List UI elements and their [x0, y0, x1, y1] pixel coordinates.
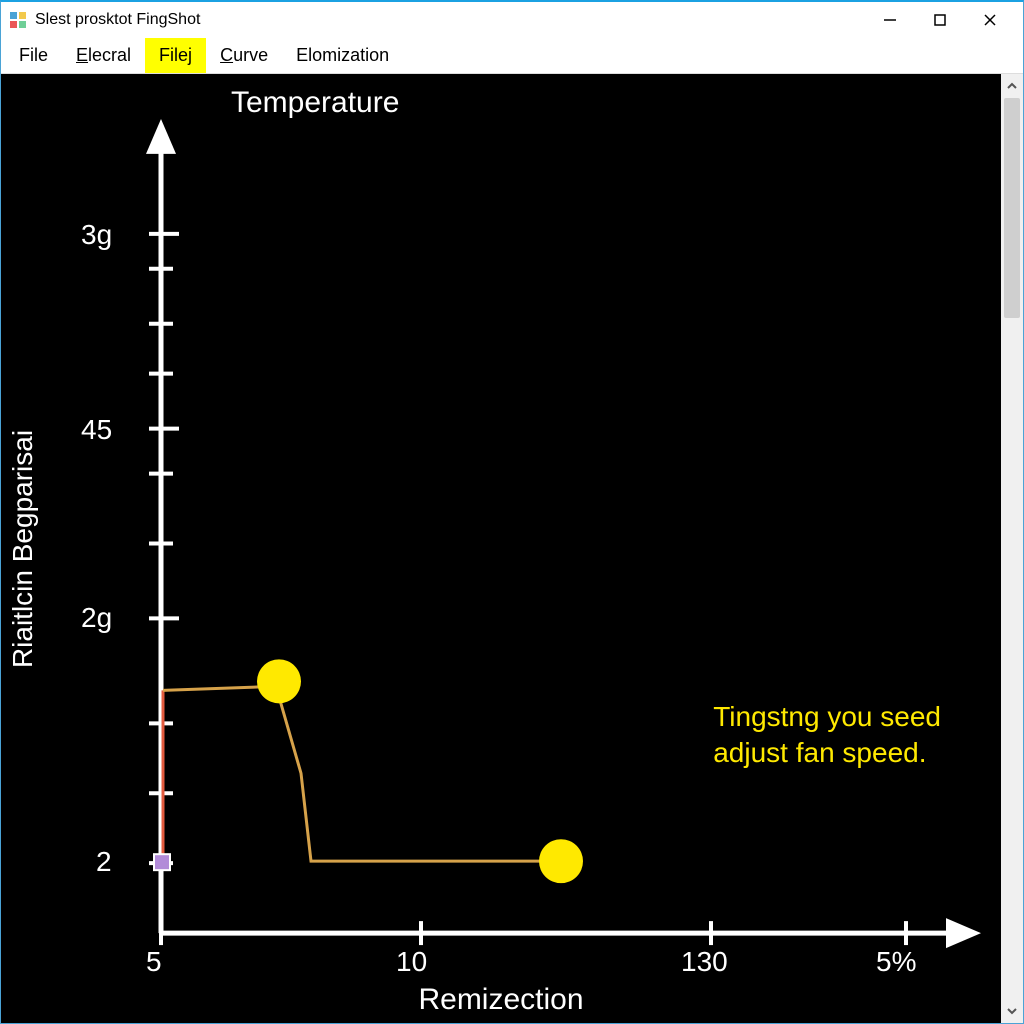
minimize-icon	[883, 13, 897, 27]
menu-underline-letter: E	[76, 45, 88, 65]
curve-anchor[interactable]	[154, 854, 170, 870]
y-tick-label: 2	[96, 846, 112, 878]
menu-filej[interactable]: Filej	[145, 38, 206, 73]
chart-hint-text: Tingstng you seed adjust fan speed.	[713, 699, 941, 772]
close-icon	[983, 13, 997, 27]
scroll-down-button[interactable]	[1001, 999, 1023, 1023]
scroll-thumb[interactable]	[1004, 98, 1020, 318]
chevron-down-icon	[1006, 1005, 1018, 1017]
scroll-up-button[interactable]	[1001, 74, 1023, 98]
menu-elecral[interactable]: Elecral	[62, 38, 145, 73]
menu-elomization[interactable]: Elomization	[282, 38, 403, 73]
curve-path[interactable]	[163, 686, 561, 861]
curve-node[interactable]	[257, 659, 301, 703]
hint-line: Tingstng you seed adjust fan speed.	[713, 701, 941, 768]
chart-top-title: Temperature	[231, 86, 399, 120]
menu-label: Elomization	[296, 45, 389, 66]
chart-y-label: Riaitlcin Begparisai	[7, 429, 39, 667]
vertical-scrollbar[interactable]	[1001, 74, 1023, 1023]
x-tick-label: 130	[681, 946, 728, 978]
y-axis-arrow-icon	[146, 119, 176, 154]
content-row: Temperature Riaitlcin Begparisai Remizec…	[1, 74, 1023, 1023]
app-icon	[9, 11, 27, 29]
x-tick-label: 5%	[876, 946, 916, 978]
x-tick-label: 5	[146, 946, 162, 978]
close-button[interactable]	[965, 2, 1015, 38]
menu-label: Elecral	[76, 45, 131, 66]
chart-x-label: Remizection	[418, 983, 583, 1017]
maximize-button[interactable]	[915, 2, 965, 38]
maximize-icon	[933, 13, 947, 27]
y-tick-label: 3g	[81, 219, 112, 251]
curve-node[interactable]	[539, 839, 583, 883]
y-tick-label: 2g	[81, 602, 112, 634]
titlebar: Slest prosktot FingShot	[1, 2, 1023, 38]
menu-label: Filej	[159, 45, 192, 66]
chevron-up-icon	[1006, 80, 1018, 92]
menu-label: File	[19, 45, 48, 66]
chart-canvas[interactable]: Temperature Riaitlcin Begparisai Remizec…	[1, 74, 1001, 1023]
menu-label: Curve	[220, 45, 268, 66]
menu-curve[interactable]: Curve	[206, 38, 282, 73]
app-window: Slest prosktot FingShot File Elecral Fil…	[0, 0, 1024, 1024]
scroll-track[interactable]	[1001, 98, 1023, 999]
menu-file[interactable]: File	[5, 38, 62, 73]
minimize-button[interactable]	[865, 2, 915, 38]
y-tick-label: 45	[81, 414, 112, 446]
x-tick-label: 10	[396, 946, 427, 978]
chart-svg	[1, 74, 1001, 1023]
menu-underline-letter: C	[220, 45, 233, 65]
x-axis-arrow-icon	[946, 918, 981, 948]
menubar: File Elecral Filej Curve Elomization	[1, 38, 1023, 74]
window-title: Slest prosktot FingShot	[35, 11, 200, 29]
